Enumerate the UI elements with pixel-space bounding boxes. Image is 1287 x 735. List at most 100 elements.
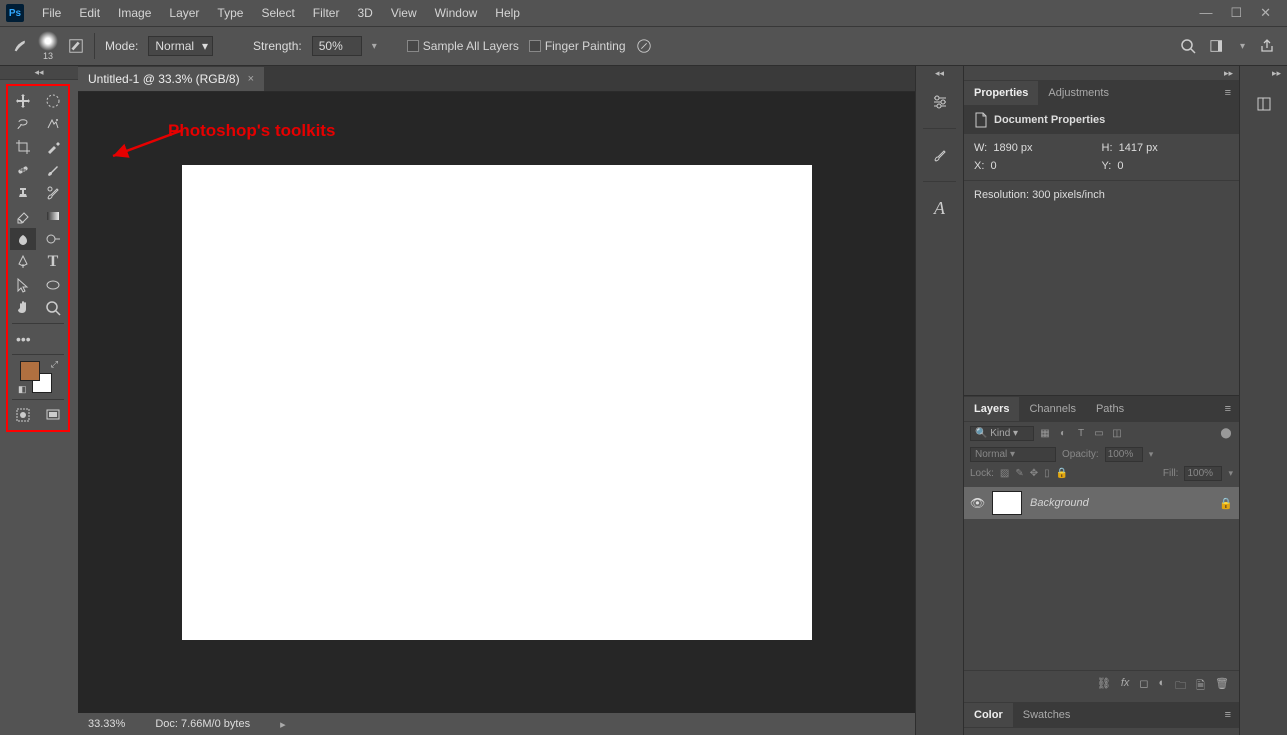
menu-layer[interactable]: Layer [161,2,207,24]
move-tool[interactable] [10,90,36,112]
zoom-tool[interactable] [40,297,66,319]
gradient-tool[interactable] [40,205,66,227]
fill-input[interactable]: 100% [1184,466,1222,481]
smudge-tool[interactable] [10,228,36,250]
menu-filter[interactable]: Filter [305,2,348,24]
collapse-left-icon[interactable]: ◂◂ [0,66,78,80]
close-button[interactable]: ✕ [1260,5,1271,21]
menu-3d[interactable]: 3D [349,2,380,24]
pen-tool[interactable] [10,251,36,273]
filter-adjust-icon[interactable]: ◐ [1056,427,1070,441]
adjustments-icon[interactable] [924,86,956,118]
lasso-tool[interactable] [10,113,36,135]
filter-type-icon[interactable]: T [1074,427,1088,441]
brush-tool[interactable] [40,159,66,181]
canvas[interactable] [182,165,812,640]
zoom-level[interactable]: 33.33% [88,718,125,730]
tab-color[interactable]: Color [964,703,1013,727]
edit-toolbar-button[interactable]: ••• [10,328,66,350]
marquee-tool[interactable] [40,90,66,112]
new-layer-icon[interactable]: 🗎 [1196,677,1205,696]
screen-mode-tool[interactable] [40,404,66,426]
character-icon[interactable]: A [924,192,956,224]
menu-help[interactable]: Help [487,2,528,24]
layer-name[interactable]: Background [1030,497,1089,509]
new-group-icon[interactable]: 🗀 [1175,677,1186,696]
statusbar-flyout-icon[interactable]: ▸ [280,718,286,731]
document-tab[interactable]: Untitled-1 @ 33.3% (RGB/8) × [78,67,264,91]
finger-painting-checkbox[interactable]: Finger Painting [529,39,626,53]
doc-info[interactable]: Doc: 7.66M/0 bytes [155,718,250,730]
dodge-tool[interactable] [40,228,66,250]
brushes-icon[interactable] [924,139,956,171]
workspace-switcher-icon[interactable] [1210,38,1226,54]
tab-adjustments[interactable]: Adjustments [1038,81,1119,105]
hand-tool[interactable] [10,297,36,319]
lock-pixels-icon[interactable]: ✎ [1015,468,1023,479]
menu-image[interactable]: Image [110,2,159,24]
tab-properties[interactable]: Properties [964,81,1038,105]
layer-row-background[interactable]: 👁 Background 🔒 [964,487,1239,519]
search-icon[interactable] [1180,38,1196,54]
filter-smart-icon[interactable]: ◫ [1110,427,1124,441]
menu-file[interactable]: File [34,2,69,24]
link-layers-icon[interactable]: ⛓ [1097,677,1111,696]
brush-preset[interactable]: 13 [38,31,58,61]
type-tool[interactable]: T [40,251,66,273]
layer-fx-icon[interactable]: fx [1121,677,1130,696]
collapse-panels-icon[interactable]: ▸▸ [964,66,1239,80]
minimize-button[interactable]: — [1199,5,1212,21]
collapse-far-right-icon[interactable]: ▸▸ [1240,66,1287,80]
menu-window[interactable]: Window [427,2,486,24]
add-mask-icon[interactable]: ◻ [1139,677,1148,696]
maximize-button[interactable]: ☐ [1230,5,1242,21]
delete-layer-icon[interactable]: 🗑 [1215,677,1229,696]
tab-swatches[interactable]: Swatches [1013,703,1081,727]
blend-mode-select[interactable]: Normal ▾ [970,447,1056,462]
layer-thumbnail[interactable] [992,491,1022,515]
eraser-tool[interactable] [10,205,36,227]
menu-select[interactable]: Select [253,2,302,24]
strength-dropdown-icon[interactable]: ▾ [372,41,377,52]
history-brush-tool[interactable] [40,182,66,204]
lock-position-icon[interactable]: ✥ [1030,468,1038,479]
swap-colors-icon[interactable]: ⤢ [51,359,58,370]
menu-type[interactable]: Type [209,2,251,24]
default-colors-icon[interactable]: ◧ [18,384,27,395]
menu-edit[interactable]: Edit [71,2,108,24]
shape-tool[interactable] [40,274,66,296]
tab-layers[interactable]: Layers [964,397,1019,421]
brush-panel-toggle-icon[interactable] [68,38,84,54]
filter-toggle-icon[interactable]: ⬤ [1219,427,1233,441]
tab-paths[interactable]: Paths [1086,397,1134,421]
panel-menu-icon[interactable]: ≡ [1217,403,1239,415]
clone-stamp-tool[interactable] [10,182,36,204]
collapse-right-icon[interactable]: ◂◂ [916,66,963,80]
lock-transparency-icon[interactable]: ▨ [1000,468,1009,479]
canvas-viewport[interactable] [78,92,915,713]
foreground-color[interactable] [20,361,40,381]
lock-artboard-icon[interactable]: ▯ [1044,468,1050,479]
tab-channels[interactable]: Channels [1019,397,1085,421]
strength-input[interactable]: 50% [312,36,362,56]
opacity-input[interactable]: 100% [1105,447,1143,462]
filter-shape-icon[interactable]: ▭ [1092,427,1106,441]
path-select-tool[interactable] [10,274,36,296]
panel-menu-icon[interactable]: ≡ [1217,709,1239,721]
panel-menu-icon[interactable]: ≡ [1217,87,1239,99]
new-adjustment-icon[interactable]: ◐ [1159,677,1166,696]
workspace-dropdown-icon[interactable]: ▾ [1240,41,1245,52]
pressure-size-icon[interactable] [636,38,652,54]
sample-all-layers-checkbox[interactable]: Sample All Layers [407,39,519,53]
menu-view[interactable]: View [383,2,425,24]
libraries-icon[interactable] [1248,88,1280,120]
close-tab-icon[interactable]: × [248,73,254,85]
share-icon[interactable] [1259,38,1275,54]
lock-all-icon[interactable]: 🔒 [1056,468,1068,479]
kind-filter-select[interactable]: 🔍 Kind ▾ [970,426,1034,441]
healing-brush-tool[interactable] [10,159,36,181]
quick-mask-tool[interactable] [10,404,36,426]
visibility-toggle-icon[interactable]: 👁 [970,496,984,510]
eyedropper-tool[interactable] [40,136,66,158]
crop-tool[interactable] [10,136,36,158]
